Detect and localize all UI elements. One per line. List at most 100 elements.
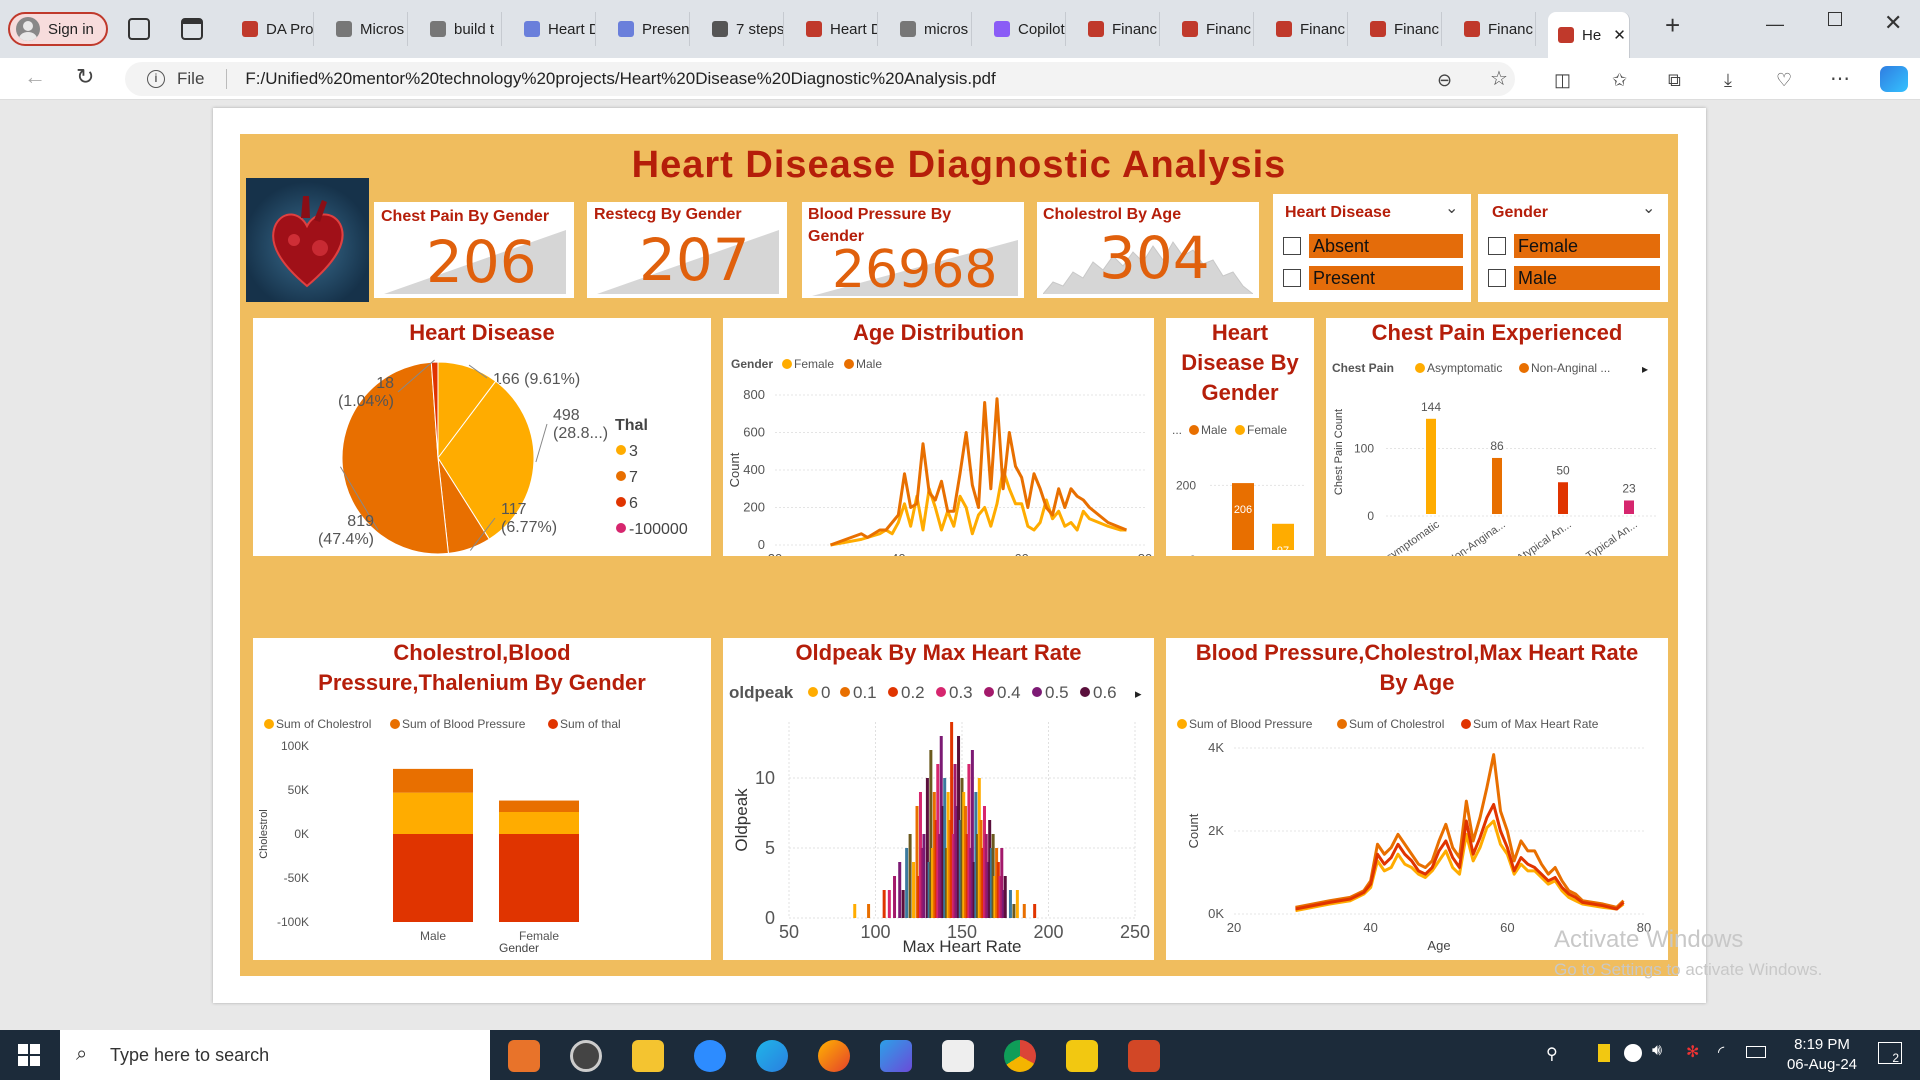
tab-favicon-icon: [524, 21, 540, 37]
legend-dot: [616, 471, 626, 481]
bar-data-label: 97: [1277, 545, 1289, 556]
browser-tab[interactable]: Financ: [1454, 12, 1536, 46]
y-tick-label: 10: [755, 768, 775, 788]
firefox-icon[interactable]: [818, 1040, 850, 1072]
fl-studio-icon[interactable]: [508, 1040, 540, 1072]
legend-dot: [984, 687, 994, 697]
zoom-out-icon[interactable]: ⊖: [1437, 70, 1452, 91]
bar-segment: [393, 768, 473, 793]
kpi-card-restecg: Restecg By Gender 207: [587, 202, 787, 298]
chrome-icon[interactable]: [1004, 1040, 1036, 1072]
chart-bp-chol-hr-by-age: Blood Pressure,Cholestrol,Max Heart Rate…: [1166, 638, 1668, 960]
pie-data-label: (28.8...): [553, 425, 608, 442]
file-explorer-icon[interactable]: [632, 1040, 664, 1072]
browser-tab[interactable]: Micros: [326, 12, 408, 46]
refresh-icon[interactable]: ↻: [76, 64, 94, 90]
url-bar[interactable]: i File F:/Unified%20mentor%20technology%…: [125, 62, 1515, 96]
legend-label: 0.5: [1045, 683, 1069, 702]
people-icon[interactable]: ⚲: [1546, 1044, 1558, 1064]
notification-icon[interactable]: 2: [1878, 1042, 1902, 1065]
slicer-heart-disease[interactable]: Heart Disease ⌄ Absent Present: [1273, 194, 1471, 302]
maximize-button[interactable]: [1828, 12, 1842, 26]
tab-label: Financ: [1206, 20, 1252, 38]
favorites-icon[interactable]: ✩: [1612, 70, 1627, 91]
powerpoint-icon[interactable]: [1128, 1040, 1160, 1072]
browser-essentials-icon[interactable]: ♡: [1776, 70, 1792, 91]
browser-tab[interactable]: DA Pro: [232, 12, 314, 46]
favorite-star-icon[interactable]: ☆: [1490, 66, 1508, 91]
y-tick-label: 0K: [1208, 906, 1224, 921]
browser-tab[interactable]: Heart D: [514, 12, 596, 46]
microsoft-store-icon[interactable]: [942, 1040, 974, 1072]
slicer-option-absent[interactable]: Absent: [1283, 234, 1463, 258]
chart-heart-disease-pie: Heart Disease 166 (9.61%) 498 (28.8...) 117…: [253, 318, 711, 556]
tray-app-icon[interactable]: [1624, 1044, 1642, 1062]
x-tick-label: Asymptomatic: [1378, 518, 1442, 556]
security-icon[interactable]: ✻: [1686, 1042, 1699, 1062]
bing-icon[interactable]: [880, 1040, 912, 1072]
search-placeholder: Type here to search: [110, 1044, 270, 1065]
slicer-gender[interactable]: Gender ⌄ Female Male: [1478, 194, 1668, 302]
checkbox[interactable]: [1283, 237, 1301, 255]
clock-time: 8:19 PM: [1794, 1036, 1850, 1053]
slicer-option-female[interactable]: Female: [1488, 234, 1660, 258]
slicer-option-present[interactable]: Present: [1283, 266, 1463, 290]
browser-tab[interactable]: 7 steps: [702, 12, 784, 46]
edge-icon[interactable]: [756, 1040, 788, 1072]
more-options-icon[interactable]: ⋯: [1830, 66, 1850, 91]
collections-icon[interactable]: ⧉: [1668, 70, 1681, 91]
slicer-option-male[interactable]: Male: [1488, 266, 1660, 290]
kpi-value: 206: [426, 228, 537, 296]
bar: [1492, 457, 1502, 514]
browser-tab[interactable]: Heart D: [796, 12, 878, 46]
checkbox[interactable]: [1283, 269, 1301, 287]
chevron-down-icon[interactable]: ⌄: [1445, 198, 1458, 218]
battery-icon[interactable]: [1746, 1046, 1766, 1058]
close-window-button[interactable]: ✕: [1884, 10, 1902, 36]
wifi-icon[interactable]: ◜: [1718, 1042, 1724, 1062]
split-screen-icon[interactable]: ◫: [1554, 70, 1571, 91]
tab-label: Copilot: [1018, 20, 1065, 38]
browser-tab[interactable]: Financ: [1266, 12, 1348, 46]
x-axis-label: Age: [1427, 938, 1450, 953]
browser-tab-strip: Sign in DA Pro Micros build t Heart D Presen…: [0, 0, 1920, 58]
zoom-icon[interactable]: [694, 1040, 726, 1072]
y-axis-label: Oldpeak: [732, 788, 751, 852]
bar: [882, 890, 886, 918]
kpi-card-chest-pain: Chest Pain By Gender 206: [374, 202, 574, 298]
legend-dot: [782, 359, 792, 369]
obs-icon[interactable]: [570, 1040, 602, 1072]
tab-favicon-icon: [1088, 21, 1104, 37]
workspaces-icon[interactable]: [128, 18, 150, 40]
info-icon[interactable]: i: [147, 70, 165, 88]
windows-start-icon[interactable]: [18, 1044, 40, 1066]
power-bi-tray-icon[interactable]: [1598, 1044, 1610, 1062]
browser-tab[interactable]: build t: [420, 12, 502, 46]
power-bi-icon[interactable]: [1066, 1040, 1098, 1072]
taskbar-search-box[interactable]: ⌕ Type here to search: [60, 1030, 490, 1080]
copilot-icon[interactable]: [1880, 66, 1908, 92]
downloads-icon[interactable]: ⤓: [1724, 70, 1732, 91]
tab-actions-icon[interactable]: [181, 18, 203, 40]
close-tab-icon[interactable]: ✕: [1613, 26, 1626, 44]
minimize-button[interactable]: —: [1766, 14, 1784, 35]
new-tab-button[interactable]: +: [1665, 10, 1680, 41]
legend-label: 0.2: [901, 683, 925, 702]
clock[interactable]: 8:19 PM 06-Aug-24: [1772, 1035, 1872, 1075]
tab-label: Financ: [1488, 20, 1534, 38]
back-arrow-icon[interactable]: ←: [24, 64, 46, 90]
browser-tab[interactable]: Financ: [1360, 12, 1442, 46]
x-tick-label: 50: [779, 922, 799, 942]
bar: [912, 862, 916, 918]
browser-tab[interactable]: He ✕: [1548, 12, 1630, 58]
browser-tab[interactable]: Present: [608, 12, 690, 46]
browser-tab[interactable]: Copilot: [984, 12, 1066, 46]
checkbox[interactable]: [1488, 237, 1506, 255]
browser-tab[interactable]: Financ: [1172, 12, 1254, 46]
sign-in-button[interactable]: Sign in: [8, 12, 108, 46]
volume-icon[interactable]: 🔊︎: [1652, 1042, 1662, 1060]
chevron-down-icon[interactable]: ⌄: [1642, 198, 1655, 218]
checkbox[interactable]: [1488, 269, 1506, 287]
browser-tab[interactable]: Financ: [1078, 12, 1160, 46]
browser-tab[interactable]: micros: [890, 12, 972, 46]
